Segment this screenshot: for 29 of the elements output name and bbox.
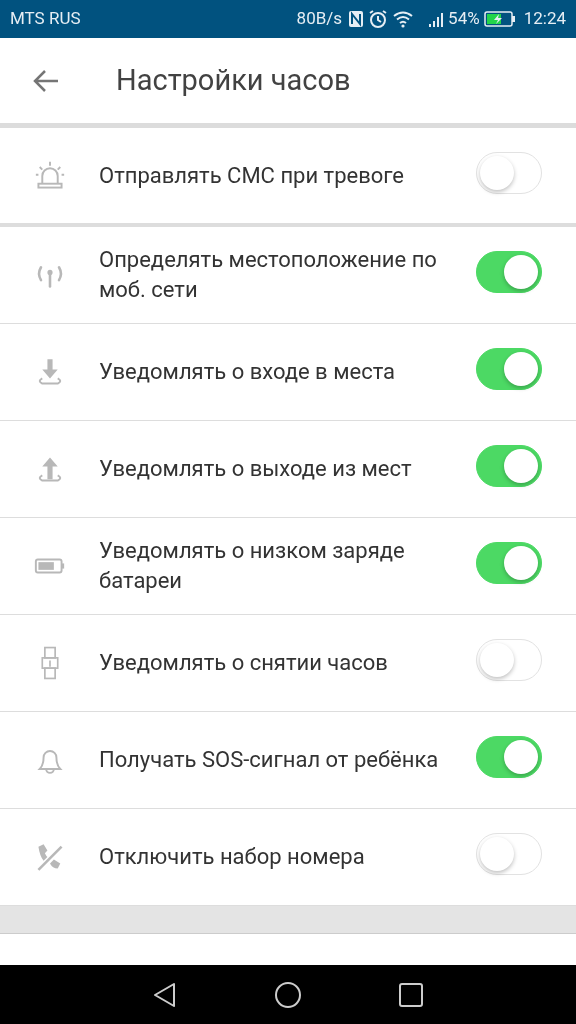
alarm-clock-icon bbox=[368, 9, 389, 29]
toggle-switch[interactable] bbox=[476, 151, 542, 194]
setting-label: Отключить набор номера bbox=[99, 843, 366, 871]
setting-label: Уведомлять о выходе из мест bbox=[99, 455, 413, 483]
nfc-icon bbox=[348, 10, 365, 28]
charging-battery-icon bbox=[483, 11, 516, 27]
wifi-icon bbox=[392, 10, 415, 28]
clock-time: 12:24 bbox=[523, 7, 566, 31]
network-speed: 80B/s bbox=[296, 7, 343, 31]
toggle-switch[interactable] bbox=[476, 445, 542, 487]
recent-apps-icon[interactable] bbox=[398, 981, 424, 1008]
setting-label: Уведомлять о входе в места bbox=[99, 358, 397, 386]
toggle-switch[interactable] bbox=[476, 251, 542, 293]
back-arrow-icon bbox=[32, 68, 60, 93]
toggle-switch[interactable] bbox=[476, 736, 542, 778]
setting-label: Уведомлять о низком заряде батареи bbox=[99, 537, 406, 595]
battery-percent: 54% bbox=[448, 7, 480, 31]
toggle-switch[interactable] bbox=[476, 833, 542, 875]
setting-label: Получать SOS-сигнал от ребёнка bbox=[99, 746, 440, 774]
page-title: Настройки часов bbox=[116, 61, 351, 99]
setting-label: Определять местоположение по моб. сети bbox=[99, 246, 438, 304]
toggle-switch[interactable] bbox=[476, 348, 542, 390]
toggle-switch[interactable] bbox=[476, 542, 542, 584]
toggle-switch[interactable] bbox=[476, 639, 542, 681]
setting-label: Отправлять СМС при тревоге bbox=[99, 161, 405, 190]
back-nav-icon[interactable] bbox=[152, 980, 178, 1009]
setting-label: Уведомлять о снятии часов bbox=[99, 649, 389, 677]
home-nav-icon[interactable] bbox=[274, 980, 302, 1009]
carrier-name: MTS RUS bbox=[10, 7, 81, 31]
